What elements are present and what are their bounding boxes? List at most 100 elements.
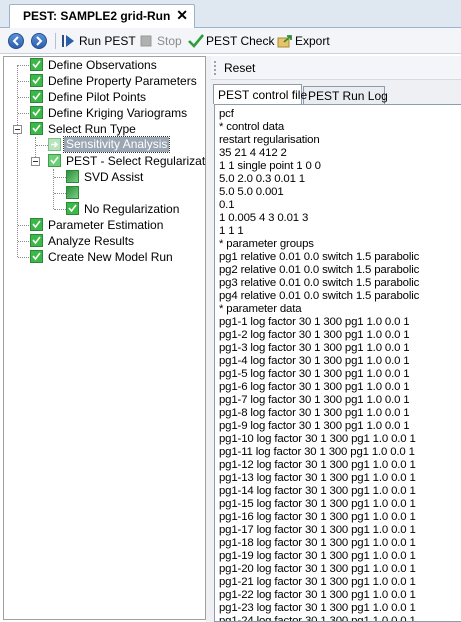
control-file-line: pg1 relative 0.01 0.0 switch 1.5 parabol… xyxy=(219,251,420,263)
checkmark-icon xyxy=(188,34,205,51)
tree-item-label: Define Pilot Points xyxy=(48,90,147,104)
reset-button[interactable]: Reset xyxy=(224,61,255,75)
control-file-line: pg1-4 log factor 30 1 300 pg1 1.0 0.0 1 xyxy=(219,355,410,367)
checkbox-checked-icon xyxy=(30,218,43,231)
tab-pest-run-log[interactable]: PEST Run Log xyxy=(303,86,388,104)
tree-item-label: Define Observations xyxy=(48,58,157,72)
control-file-line: 1 1 single point 1 0 0 xyxy=(219,160,321,172)
tree-connector xyxy=(18,225,29,226)
stop-icon xyxy=(139,34,153,51)
control-file-line: pg1-23 log factor 30 1 300 pg1 1.0 0.0 1 xyxy=(219,602,416,614)
control-file-line: pg1-6 log factor 30 1 300 pg1 1.0 0.0 1 xyxy=(219,381,410,393)
pest-check-label: PEST Check xyxy=(206,34,275,48)
checkbox-checked-icon xyxy=(30,234,43,247)
control-file-line: pg1-22 log factor 30 1 300 pg1 1.0 0.0 1 xyxy=(219,589,416,601)
control-file-line: restart regularisation xyxy=(219,134,320,146)
tree-item-label: Select Run Type xyxy=(48,122,136,136)
square-icon xyxy=(66,170,79,183)
tab-label: PEST control file xyxy=(218,88,308,102)
collapse-pest-regularization[interactable] xyxy=(31,157,40,166)
export-label: Export xyxy=(295,34,330,48)
control-file-line: * control data xyxy=(219,121,285,133)
control-file-line: 5.0 5.0 0.001 xyxy=(219,186,284,198)
arrow-right-icon xyxy=(48,138,61,151)
control-file-line: pcf xyxy=(219,108,234,120)
output-panel: Reset PEST control file PEST Run Log pcf… xyxy=(211,56,461,622)
control-file-line: pg1-19 log factor 30 1 300 pg1 1.0 0.0 1 xyxy=(219,550,416,562)
workflow-tree: Define Observations Define Property Para… xyxy=(3,56,221,620)
control-file-text[interactable]: pcf * control data restart regularisation 3… xyxy=(214,104,461,622)
tree-connector xyxy=(18,81,29,82)
control-file-line: pg1-7 log factor 30 1 300 pg1 1.0 0.0 1 xyxy=(219,394,410,406)
control-file-line: pg1-20 log factor 30 1 300 pg1 1.0 0.0 1 xyxy=(219,563,416,575)
tree-connector xyxy=(54,209,66,210)
control-file-line: 35 21 4 412 2 xyxy=(219,147,287,159)
tree-connector xyxy=(18,65,29,66)
close-icon[interactable]: ✕ xyxy=(176,7,188,24)
collapse-select-run-type[interactable] xyxy=(13,125,22,134)
control-file-line: pg3 relative 0.01 0.0 switch 1.5 parabol… xyxy=(219,277,420,289)
tree-connector xyxy=(18,257,29,258)
tree-item-label: SVD Assist xyxy=(84,170,144,184)
checkbox-checked-icon xyxy=(30,122,43,135)
tree-connector xyxy=(36,145,48,146)
tree-item-label: Define Property Parameters xyxy=(48,74,197,88)
control-file-line: pg1-18 log factor 30 1 300 pg1 1.0 0.0 1 xyxy=(219,537,416,549)
toolbar-grip-icon xyxy=(214,61,218,75)
tree-connector xyxy=(53,169,54,209)
control-file-line: pg2 relative 0.01 0.0 switch 1.5 parabol… xyxy=(219,264,420,276)
control-file-line: pg1-9 log factor 30 1 300 pg1 1.0 0.0 1 xyxy=(219,420,410,432)
control-file-line: pg1-15 log factor 30 1 300 pg1 1.0 0.0 1 xyxy=(219,498,416,510)
tree-connector xyxy=(54,193,66,194)
control-file-lines: pcf * control data restart regularisation 3… xyxy=(219,108,420,622)
export-icon xyxy=(277,34,293,51)
play-icon xyxy=(61,34,75,51)
tree-connector xyxy=(18,97,29,98)
checkbox-checked-icon xyxy=(48,154,61,167)
run-pest-button[interactable]: Run PEST xyxy=(61,31,136,51)
tree-connector xyxy=(18,113,29,114)
pest-check-button[interactable]: PEST Check xyxy=(188,31,274,51)
control-file-line: pg1-16 log factor 30 1 300 pg1 1.0 0.0 1 xyxy=(219,511,416,523)
control-file-line: pg1-2 log factor 30 1 300 pg1 1.0 0.0 1 xyxy=(219,329,410,341)
tree-connector xyxy=(17,65,18,257)
control-file-line: pg1-11 log factor 30 1 300 pg1 1.0 0.0 1 xyxy=(219,446,415,458)
toolbar-separator xyxy=(55,33,56,49)
tree-item-label: Create New Model Run xyxy=(48,250,173,264)
tree-item-label: No Regularization xyxy=(84,202,180,216)
control-file-line: pg1-14 log factor 30 1 300 pg1 1.0 0.0 1 xyxy=(219,485,416,497)
square-icon xyxy=(66,186,79,199)
control-file-line: * parameter groups xyxy=(219,238,314,250)
tree-item-label: Define Kriging Variograms xyxy=(48,106,188,120)
control-file-line: pg1-8 log factor 30 1 300 pg1 1.0 0.0 1 xyxy=(219,407,410,419)
stop-button[interactable]: Stop xyxy=(139,31,184,51)
control-file-line: pg1-3 log factor 30 1 300 pg1 1.0 0.0 1 xyxy=(219,342,410,354)
run-pest-label: Run PEST xyxy=(79,34,136,48)
reset-toolbar: Reset xyxy=(211,56,461,80)
control-file-line: pg1-17 log factor 30 1 300 pg1 1.0 0.0 1 xyxy=(219,524,416,536)
export-button[interactable]: Export xyxy=(277,31,337,51)
document-tab[interactable]: PEST: SAMPLE2 grid-Run ✕ xyxy=(9,4,195,28)
tree-item-label: Analyze Results xyxy=(48,234,135,248)
tree-item-label: Parameter Estimation xyxy=(48,218,164,232)
tab-pest-control-file[interactable]: PEST control file xyxy=(213,84,307,104)
main-toolbar: Run PEST Stop PEST Check Export xyxy=(0,28,461,54)
arrow-right-icon[interactable] xyxy=(31,33,47,49)
control-file-line: pg1-12 log factor 30 1 300 pg1 1.0 0.0 1 xyxy=(219,459,416,471)
control-file-line: pg1-24 log factor 30 1 300 pg1 1.0 0.0 1 xyxy=(219,615,416,622)
tree-item-label: PEST - Select Regularization xyxy=(66,154,222,168)
arrow-left-icon[interactable] xyxy=(8,33,24,49)
control-file-line: 1 0.005 4 3 0.01 3 xyxy=(219,212,309,224)
control-file-line: * parameter data xyxy=(219,303,302,315)
control-file-line: pg1-10 log factor 30 1 300 pg1 1.0 0.0 1 xyxy=(219,433,416,445)
control-file-line: 5.0 2.0 0.3 0.01 1 xyxy=(219,173,305,185)
checkbox-checked-icon xyxy=(66,202,79,215)
control-file-line: pg1-1 log factor 30 1 300 pg1 1.0 0.0 1 xyxy=(219,316,410,328)
checkbox-checked-icon xyxy=(30,90,43,103)
control-file-line: 0.1 xyxy=(219,199,235,211)
control-file-line: pg1-13 log factor 30 1 300 pg1 1.0 0.0 1 xyxy=(219,472,416,484)
tree-connector xyxy=(18,241,29,242)
control-file-line: pg1-5 log factor 30 1 300 pg1 1.0 0.0 1 xyxy=(219,368,410,380)
checkbox-checked-icon xyxy=(30,250,43,263)
tab-label: PEST Run Log xyxy=(308,89,388,103)
